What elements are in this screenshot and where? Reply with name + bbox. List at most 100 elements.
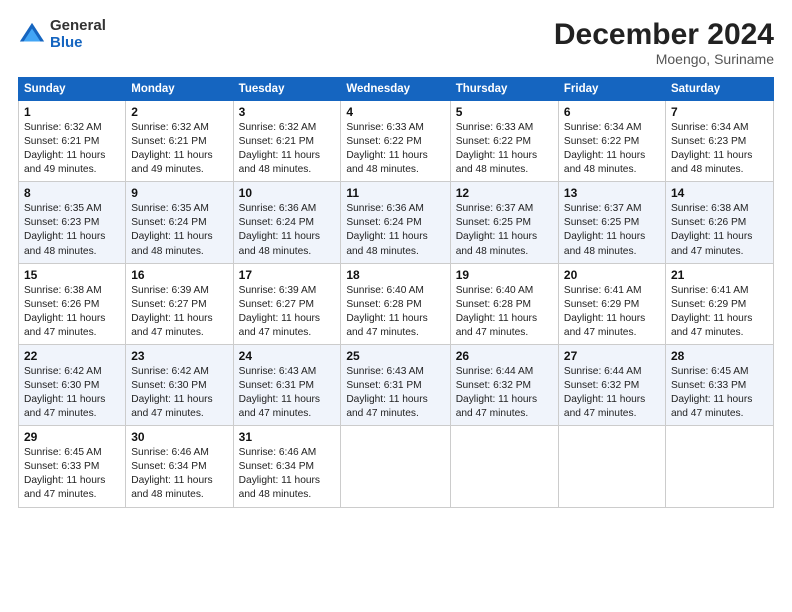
- table-row: 20 Sunrise: 6:41 AMSunset: 6:29 PMDaylig…: [558, 263, 665, 344]
- day-number: 27: [564, 349, 660, 363]
- logo-blue-text: Blue: [50, 35, 106, 52]
- month-title: December 2024: [554, 18, 774, 51]
- table-row: 7 Sunrise: 6:34 AMSunset: 6:23 PMDayligh…: [665, 101, 773, 182]
- day-number: 17: [239, 268, 336, 282]
- day-info: Sunrise: 6:43 AMSunset: 6:31 PMDaylight:…: [346, 366, 427, 419]
- day-info: Sunrise: 6:42 AMSunset: 6:30 PMDaylight:…: [131, 366, 212, 419]
- day-number: 4: [346, 105, 444, 119]
- col-monday: Monday: [126, 78, 233, 101]
- header: General Blue December 2024 Moengo, Surin…: [18, 18, 774, 67]
- day-number: 14: [671, 186, 768, 200]
- table-row: 12 Sunrise: 6:37 AMSunset: 6:25 PMDaylig…: [450, 182, 558, 263]
- day-info: Sunrise: 6:33 AMSunset: 6:22 PMDaylight:…: [456, 122, 537, 175]
- day-number: 13: [564, 186, 660, 200]
- calendar-week-row: 1 Sunrise: 6:32 AMSunset: 6:21 PMDayligh…: [19, 101, 774, 182]
- table-row: 31 Sunrise: 6:46 AMSunset: 6:34 PMDaylig…: [233, 426, 341, 507]
- page: General Blue December 2024 Moengo, Surin…: [0, 0, 792, 612]
- table-row: 23 Sunrise: 6:42 AMSunset: 6:30 PMDaylig…: [126, 344, 233, 425]
- col-saturday: Saturday: [665, 78, 773, 101]
- table-row: 25 Sunrise: 6:43 AMSunset: 6:31 PMDaylig…: [341, 344, 450, 425]
- col-friday: Friday: [558, 78, 665, 101]
- table-row: 15 Sunrise: 6:38 AMSunset: 6:26 PMDaylig…: [19, 263, 126, 344]
- logo-general-text: General: [50, 18, 106, 35]
- table-row: 26 Sunrise: 6:44 AMSunset: 6:32 PMDaylig…: [450, 344, 558, 425]
- day-number: 25: [346, 349, 444, 363]
- day-info: Sunrise: 6:41 AMSunset: 6:29 PMDaylight:…: [671, 285, 752, 338]
- day-number: 12: [456, 186, 553, 200]
- day-number: 11: [346, 186, 444, 200]
- table-row: [665, 426, 773, 507]
- table-row: 28 Sunrise: 6:45 AMSunset: 6:33 PMDaylig…: [665, 344, 773, 425]
- day-number: 24: [239, 349, 336, 363]
- day-info: Sunrise: 6:35 AMSunset: 6:24 PMDaylight:…: [131, 203, 212, 256]
- calendar-week-row: 29 Sunrise: 6:45 AMSunset: 6:33 PMDaylig…: [19, 426, 774, 507]
- col-thursday: Thursday: [450, 78, 558, 101]
- day-info: Sunrise: 6:37 AMSunset: 6:25 PMDaylight:…: [456, 203, 537, 256]
- table-row: 16 Sunrise: 6:39 AMSunset: 6:27 PMDaylig…: [126, 263, 233, 344]
- day-info: Sunrise: 6:43 AMSunset: 6:31 PMDaylight:…: [239, 366, 320, 419]
- calendar-week-row: 8 Sunrise: 6:35 AMSunset: 6:23 PMDayligh…: [19, 182, 774, 263]
- day-info: Sunrise: 6:33 AMSunset: 6:22 PMDaylight:…: [346, 122, 427, 175]
- day-info: Sunrise: 6:42 AMSunset: 6:30 PMDaylight:…: [24, 366, 105, 419]
- table-row: 17 Sunrise: 6:39 AMSunset: 6:27 PMDaylig…: [233, 263, 341, 344]
- col-tuesday: Tuesday: [233, 78, 341, 101]
- day-info: Sunrise: 6:32 AMSunset: 6:21 PMDaylight:…: [131, 122, 212, 175]
- day-number: 28: [671, 349, 768, 363]
- day-number: 23: [131, 349, 227, 363]
- day-info: Sunrise: 6:40 AMSunset: 6:28 PMDaylight:…: [346, 285, 427, 338]
- table-row: 9 Sunrise: 6:35 AMSunset: 6:24 PMDayligh…: [126, 182, 233, 263]
- table-row: [341, 426, 450, 507]
- calendar-week-row: 15 Sunrise: 6:38 AMSunset: 6:26 PMDaylig…: [19, 263, 774, 344]
- calendar-table: Sunday Monday Tuesday Wednesday Thursday…: [18, 77, 774, 508]
- location: Moengo, Suriname: [554, 51, 774, 67]
- day-number: 8: [24, 186, 120, 200]
- day-number: 7: [671, 105, 768, 119]
- day-info: Sunrise: 6:45 AMSunset: 6:33 PMDaylight:…: [24, 447, 105, 500]
- day-number: 3: [239, 105, 336, 119]
- day-number: 30: [131, 430, 227, 444]
- table-row: 21 Sunrise: 6:41 AMSunset: 6:29 PMDaylig…: [665, 263, 773, 344]
- day-info: Sunrise: 6:46 AMSunset: 6:34 PMDaylight:…: [239, 447, 320, 500]
- day-info: Sunrise: 6:36 AMSunset: 6:24 PMDaylight:…: [239, 203, 320, 256]
- day-info: Sunrise: 6:41 AMSunset: 6:29 PMDaylight:…: [564, 285, 645, 338]
- day-info: Sunrise: 6:37 AMSunset: 6:25 PMDaylight:…: [564, 203, 645, 256]
- table-row: 27 Sunrise: 6:44 AMSunset: 6:32 PMDaylig…: [558, 344, 665, 425]
- day-info: Sunrise: 6:40 AMSunset: 6:28 PMDaylight:…: [456, 285, 537, 338]
- day-number: 20: [564, 268, 660, 282]
- title-block: December 2024 Moengo, Suriname: [554, 18, 774, 67]
- table-row: 14 Sunrise: 6:38 AMSunset: 6:26 PMDaylig…: [665, 182, 773, 263]
- day-number: 31: [239, 430, 336, 444]
- table-row: 18 Sunrise: 6:40 AMSunset: 6:28 PMDaylig…: [341, 263, 450, 344]
- day-info: Sunrise: 6:46 AMSunset: 6:34 PMDaylight:…: [131, 447, 212, 500]
- day-info: Sunrise: 6:34 AMSunset: 6:23 PMDaylight:…: [671, 122, 752, 175]
- day-number: 5: [456, 105, 553, 119]
- table-row: 13 Sunrise: 6:37 AMSunset: 6:25 PMDaylig…: [558, 182, 665, 263]
- table-row: 5 Sunrise: 6:33 AMSunset: 6:22 PMDayligh…: [450, 101, 558, 182]
- day-number: 16: [131, 268, 227, 282]
- day-number: 9: [131, 186, 227, 200]
- table-row: 6 Sunrise: 6:34 AMSunset: 6:22 PMDayligh…: [558, 101, 665, 182]
- day-number: 10: [239, 186, 336, 200]
- day-number: 29: [24, 430, 120, 444]
- table-row: 1 Sunrise: 6:32 AMSunset: 6:21 PMDayligh…: [19, 101, 126, 182]
- calendar-header-row: Sunday Monday Tuesday Wednesday Thursday…: [19, 78, 774, 101]
- col-wednesday: Wednesday: [341, 78, 450, 101]
- table-row: 30 Sunrise: 6:46 AMSunset: 6:34 PMDaylig…: [126, 426, 233, 507]
- day-info: Sunrise: 6:44 AMSunset: 6:32 PMDaylight:…: [456, 366, 537, 419]
- day-info: Sunrise: 6:38 AMSunset: 6:26 PMDaylight:…: [671, 203, 752, 256]
- day-info: Sunrise: 6:39 AMSunset: 6:27 PMDaylight:…: [239, 285, 320, 338]
- day-info: Sunrise: 6:32 AMSunset: 6:21 PMDaylight:…: [24, 122, 105, 175]
- logo-icon: [18, 21, 46, 49]
- day-number: 22: [24, 349, 120, 363]
- table-row: 19 Sunrise: 6:40 AMSunset: 6:28 PMDaylig…: [450, 263, 558, 344]
- day-number: 15: [24, 268, 120, 282]
- day-number: 21: [671, 268, 768, 282]
- table-row: [450, 426, 558, 507]
- table-row: [558, 426, 665, 507]
- table-row: 10 Sunrise: 6:36 AMSunset: 6:24 PMDaylig…: [233, 182, 341, 263]
- day-info: Sunrise: 6:32 AMSunset: 6:21 PMDaylight:…: [239, 122, 320, 175]
- day-info: Sunrise: 6:38 AMSunset: 6:26 PMDaylight:…: [24, 285, 105, 338]
- day-number: 6: [564, 105, 660, 119]
- col-sunday: Sunday: [19, 78, 126, 101]
- calendar-week-row: 22 Sunrise: 6:42 AMSunset: 6:30 PMDaylig…: [19, 344, 774, 425]
